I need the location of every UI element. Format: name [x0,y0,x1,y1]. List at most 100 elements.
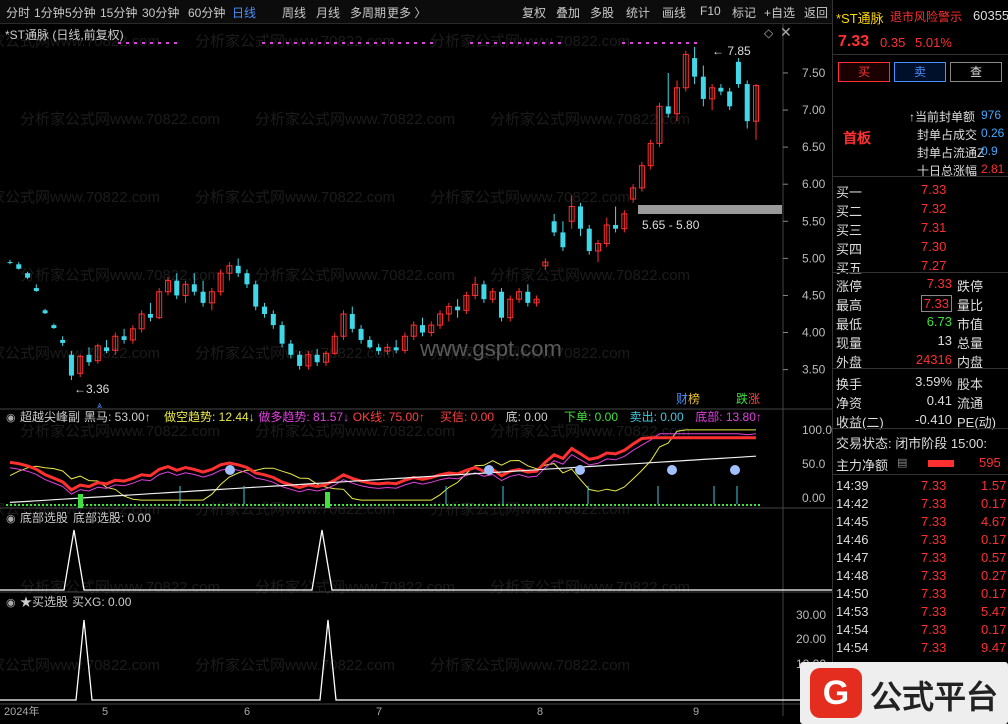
period-tab-7[interactable]: 周线 [282,4,306,21]
period-tab-8[interactable]: 月线 [316,4,340,21]
toolbar-action-7[interactable]: +自选 [764,4,795,21]
bid-row[interactable]: 买三 7.31 [833,218,1008,238]
candle-body [51,325,57,329]
ind1-baseline-dot [38,504,40,506]
bg-watermark: 分析家公式网www.70822.com [0,189,160,206]
ind1-baseline-dot [18,504,20,506]
ind1-baseline-dot [542,504,544,506]
ind2-name: 底部选股 [20,510,68,525]
ind1-name: 超越尖峰副 [20,409,80,424]
chart-area[interactable]: 分析家公式网www.70822.com 分析家公式网www.70822.com 分析… [0,24,832,718]
info-row: 现量 13 总量 [833,331,1008,351]
period-tab-3[interactable]: 15分钟 [100,4,137,21]
tick-time: 14:53 [836,604,869,619]
badge-caiwu[interactable]: 财榜 [676,390,700,407]
bid-row[interactable]: 买四 7.30 [833,237,1008,257]
ind1-baseline-dot [490,504,492,506]
period-tab-10[interactable]: 更多 〉 [387,4,426,21]
sell-button[interactable]: 卖 [894,62,946,82]
toolbar-action-3[interactable]: 统计 [626,4,650,21]
close-icon[interactable]: ✕ [780,24,792,41]
chart-svg[interactable]: 分析家公式网www.70822.com 分析家公式网www.70822.com 分析… [0,24,832,718]
info2-value: -0.410 [915,412,952,427]
ind1-baseline-dot [174,504,176,506]
period-tab-0[interactable]: 分时 [6,4,30,21]
candle-body [244,273,250,285]
ind1-item-3: OK线: 75.00↑ [353,410,425,424]
ind1-baseline-dot [498,504,500,506]
period-tab-1[interactable]: 1分钟 [34,4,65,21]
info2-row: 收益(二) -0.410 PE(动) [833,410,1008,430]
ind1-baseline-dot [630,504,632,506]
ind1-baseline-dot [482,504,484,506]
tick-time: 14:45 [836,514,869,529]
candle-body [700,76,706,99]
signal-dot [270,42,273,44]
toolbar-action-1[interactable]: 叠加 [556,4,580,21]
toolbar-action-5[interactable]: F10 [700,4,721,18]
period-tab-6[interactable]: 日线 [232,4,256,21]
ind1-toggle-icon[interactable]: ◉ [6,412,16,424]
period-tab-2[interactable]: 5分钟 [65,4,96,21]
ytick-label: 6.00 [802,177,826,191]
xaxis-label: 9 [693,706,699,716]
ind1-baseline-dot [454,504,456,506]
tick-price: 7.33 [921,604,947,619]
query-button[interactable]: 查 [950,62,1002,82]
ind3-toggle-icon[interactable]: ◉ [6,597,16,609]
toolbar-action-8[interactable]: 返回 [804,4,828,21]
signal-dot [126,42,129,44]
signal-dot [262,42,265,44]
ind1-baseline-dot [146,504,148,506]
tick-price: 7.33 [921,532,947,547]
ind1-item-6: 下单: 0.00 [564,410,618,424]
period-tab-9[interactable]: 多周期 [350,4,386,21]
ind1-baseline-dot [14,504,16,506]
ind1-item-1: 做空趋势: 12.44↓ [164,409,255,424]
toolbar-action-6[interactable]: 标记 [732,4,756,21]
bid-row[interactable]: 买一 7.33 [833,180,1008,200]
rp-divider [833,428,1008,429]
signal-dot [518,42,521,44]
tick-price: 7.33 [921,496,947,511]
candle-body [551,221,557,233]
tick-volume: 0.17 [981,586,1007,601]
ind1-baseline-dot [298,504,300,506]
candle-body [33,288,39,292]
ind1-baseline-dot [390,504,392,506]
info-row: 最低 6.73 市值 [833,312,1008,332]
ind1-baseline-dot [86,504,88,506]
bid-row[interactable]: 买二 7.32 [833,199,1008,219]
toolbar-action-4[interactable]: 画线 [662,4,686,21]
ind1-baseline-dot [594,504,596,506]
signal-dot [542,42,545,44]
settings-icon[interactable]: ◇ [764,26,773,40]
buy-button[interactable]: 买 [838,62,890,82]
period-tab-4[interactable]: 30分钟 [142,4,179,21]
ind1-baseline-dot [614,504,616,506]
stock-name[interactable]: *ST通脉 [836,8,884,27]
netflow-label: 主力净额 [836,458,889,473]
ind1-baseline-dot [470,504,472,506]
period-tab-5[interactable]: 60分钟 [188,4,225,21]
stat-label: 封单占成交 [917,128,978,142]
candle-body [174,280,180,296]
signal-dot [142,42,145,44]
ind1-baseline-dot [710,504,712,506]
ind3-name: ★买选股 [20,595,68,609]
candle-body [692,58,698,77]
toolbar-action-2[interactable]: 多股 [590,4,614,21]
ind1-baseline-dot [234,504,236,506]
signal-dot [670,42,673,44]
bid-price: 7.27 [921,258,947,273]
ind1-bar [78,494,83,508]
toolbar-action-0[interactable]: 复权 [522,4,546,21]
signal-dot [638,42,641,44]
ind2-toggle-icon[interactable]: ◉ [6,513,16,525]
signal-dot [294,42,297,44]
badge-diezhang[interactable]: 跌涨 [736,390,760,407]
ind1-baseline-dot [706,504,708,506]
candle-body [42,310,48,314]
ind1-baseline-dot [494,504,496,506]
bg-watermark: 分析家公式网www.70822.com [20,579,220,596]
